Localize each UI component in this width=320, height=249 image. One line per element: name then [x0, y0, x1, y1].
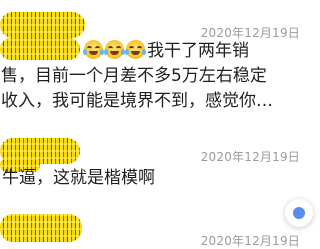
comment-feed: 2020年12月19日 我干了两年销 售，目前一个月差不多5万左右稳定 收入，我…: [0, 0, 320, 248]
laughing-crying-emoji-icon: [104, 40, 125, 59]
comment-text-line: 售，目前一个月差不多5万左右稳定: [1, 66, 267, 86]
floating-action-button[interactable]: [285, 199, 313, 227]
comment-item[interactable]: 2020年12月19日: [0, 206, 320, 248]
comment-timestamp: 2020年12月19日: [200, 234, 300, 248]
comment-item[interactable]: 2020年12月19日 牛逼，这就是楷模啊: [0, 126, 320, 196]
comment-timestamp: 2020年12月19日: [200, 150, 300, 164]
redacted-username: [0, 12, 85, 38]
comment-text-line: 牛逼，这就是楷模啊: [2, 168, 155, 188]
redacted-username: [0, 214, 82, 242]
comment-text-line: 收入，我可能是境界不到，感觉你…: [1, 91, 273, 111]
laughing-crying-emoji-icon: [125, 40, 146, 59]
comment-text-line: 我干了两年销: [83, 39, 320, 64]
floating-action-dot-icon: [293, 207, 305, 219]
comment-text-segment: 我干了两年销: [147, 41, 249, 61]
redacted-username: [0, 38, 80, 60]
laughing-crying-emoji-icon: [83, 40, 104, 59]
